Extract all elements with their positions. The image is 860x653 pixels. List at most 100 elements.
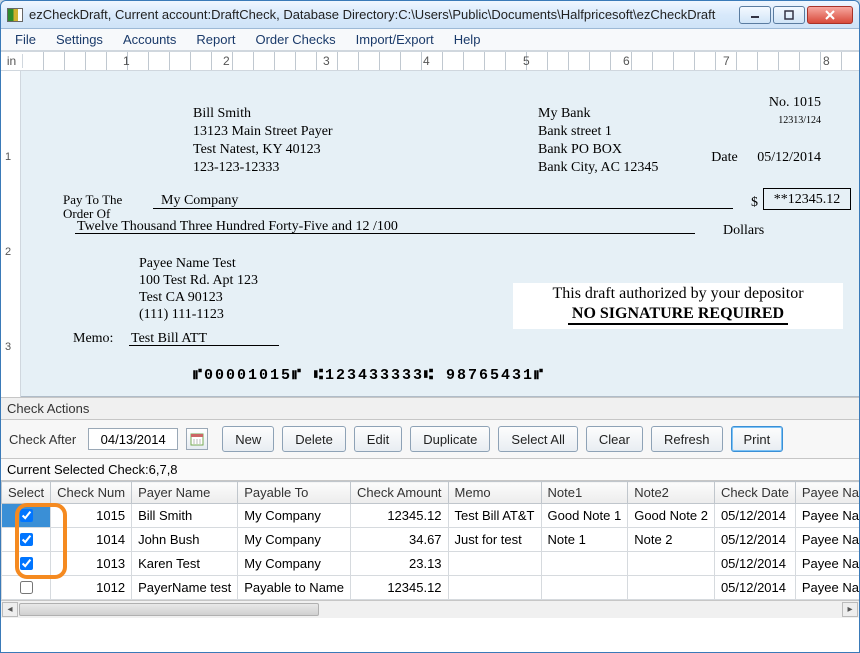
auth-line2: NO SIGNATURE REQUIRED [568, 305, 788, 325]
scroll-thumb[interactable] [19, 603, 319, 616]
menu-accounts[interactable]: Accounts [113, 30, 186, 49]
close-icon [824, 10, 836, 20]
cell-amount: 12345.12 [351, 576, 449, 600]
maximize-icon [784, 10, 794, 20]
col-checkdate[interactable]: Check Date [714, 482, 795, 504]
cell-checknum: 1015 [51, 504, 132, 528]
check-after-label: Check After [9, 432, 76, 447]
table-row[interactable]: 1013Karen TestMy Company23.1305/12/2014P… [2, 552, 860, 576]
cell-amount: 23.13 [351, 552, 449, 576]
routing-small: 12313/124 [769, 115, 821, 126]
col-note1[interactable]: Note1 [541, 482, 628, 504]
close-button[interactable] [807, 6, 853, 24]
payto-value: My Company [161, 193, 238, 209]
menubar: File Settings Accounts Report Order Chec… [1, 29, 859, 51]
clear-button[interactable]: Clear [586, 426, 643, 452]
menu-order-checks[interactable]: Order Checks [245, 30, 345, 49]
bank-block: My Bank Bank street 1 Bank PO BOX Bank C… [538, 105, 658, 177]
cell-date: 05/12/2014 [714, 552, 795, 576]
row-checkbox[interactable] [20, 533, 33, 546]
cell-note1 [541, 552, 628, 576]
scroll-left-arrow[interactable]: ◂ [2, 602, 18, 617]
menu-help[interactable]: Help [444, 30, 491, 49]
cell-note2: Note 2 [628, 528, 715, 552]
memo-label: Memo: [73, 331, 113, 347]
date-picker-button[interactable] [186, 428, 208, 450]
cell-payee: Payee Name [795, 552, 859, 576]
row-checkbox[interactable] [20, 557, 33, 570]
ruler-scale: 1 2 3 4 5 6 7 8 [23, 52, 859, 70]
dollar-sign: $ [751, 195, 758, 211]
col-payername[interactable]: Payer Name [132, 482, 238, 504]
select-cell[interactable] [2, 576, 51, 600]
cell-payable: My Company [238, 552, 351, 576]
menu-report[interactable]: Report [186, 30, 245, 49]
refresh-button[interactable]: Refresh [651, 426, 723, 452]
memo-line [129, 345, 279, 346]
check-actions-row: Check After New Delete Edit Duplicate Se… [1, 420, 859, 459]
menu-file[interactable]: File [5, 30, 46, 49]
cell-payee: Payee Name [795, 576, 859, 600]
ruler-horizontal: in 1 2 3 4 5 6 7 8 [1, 51, 859, 71]
col-amount[interactable]: Check Amount [351, 482, 449, 504]
duplicate-button[interactable]: Duplicate [410, 426, 490, 452]
calendar-icon [190, 432, 204, 446]
window-title: ezCheckDraft, Current account:DraftCheck… [29, 7, 737, 22]
payee-addr1: 100 Test Rd. Apt 123 [139, 272, 258, 289]
select-cell[interactable] [2, 528, 51, 552]
col-payeename[interactable]: Payee Name [795, 482, 859, 504]
cell-payer: John Bush [132, 528, 238, 552]
minimize-icon [750, 10, 760, 20]
row-checkbox[interactable] [20, 509, 33, 522]
maximize-button[interactable] [773, 6, 805, 24]
horizontal-scrollbar[interactable]: ◂ ▸ [1, 600, 859, 618]
cell-checknum: 1012 [51, 576, 132, 600]
table-row[interactable]: 1015Bill SmithMy Company12345.12Test Bil… [2, 504, 860, 528]
bank-addr1: Bank street 1 [538, 123, 658, 141]
col-note2[interactable]: Note2 [628, 482, 715, 504]
table-row[interactable]: 1012PayerName testPayable to Name12345.1… [2, 576, 860, 600]
check-actions-label: Check Actions [1, 397, 859, 420]
bank-name: My Bank [538, 105, 658, 123]
cell-note1 [541, 576, 628, 600]
app-window: ezCheckDraft, Current account:DraftCheck… [0, 0, 860, 653]
payer-addr2: Test Natest, KY 40123 [193, 141, 333, 159]
col-select[interactable]: Select [2, 482, 51, 504]
cell-payable: Payable to Name [238, 576, 351, 600]
payer-block: Bill Smith 13123 Main Street Payer Test … [193, 105, 333, 177]
payer-phone: 123-123-12333 [193, 159, 333, 177]
payee-name: Payee Name Test [139, 255, 258, 272]
cell-payable: My Company [238, 504, 351, 528]
print-button[interactable]: Print [731, 426, 784, 452]
menu-import-export[interactable]: Import/Export [346, 30, 444, 49]
auth-line1: This draft authorized by your depositor [513, 285, 843, 303]
delete-button[interactable]: Delete [282, 426, 346, 452]
col-memo[interactable]: Memo [448, 482, 541, 504]
cell-payee: Payee Name T [795, 504, 859, 528]
table-row[interactable]: 1014John BushMy Company34.67Just for tes… [2, 528, 860, 552]
titlebar: ezCheckDraft, Current account:DraftCheck… [1, 1, 859, 29]
cell-date: 05/12/2014 [714, 504, 795, 528]
cell-checknum: 1013 [51, 552, 132, 576]
col-checknum[interactable]: Check Num [51, 482, 132, 504]
row-checkbox[interactable] [20, 581, 33, 594]
check-after-input[interactable] [88, 428, 178, 450]
edit-button[interactable]: Edit [354, 426, 402, 452]
cell-payer: PayerName test [132, 576, 238, 600]
payto-label: Pay To The Order Of [63, 193, 122, 221]
cell-note2: Good Note 2 [628, 504, 715, 528]
select-all-button[interactable]: Select All [498, 426, 577, 452]
payer-name: Bill Smith [193, 105, 333, 123]
scroll-right-arrow[interactable]: ▸ [842, 602, 858, 617]
col-payableto[interactable]: Payable To [238, 482, 351, 504]
cell-note1: Good Note 1 [541, 504, 628, 528]
new-button[interactable]: New [222, 426, 274, 452]
cell-note1: Note 1 [541, 528, 628, 552]
date-block: Date 05/12/2014 [711, 150, 821, 166]
select-cell[interactable] [2, 504, 51, 528]
ruler-vertical: 1 2 3 [1, 71, 21, 397]
select-cell[interactable] [2, 552, 51, 576]
minimize-button[interactable] [739, 6, 771, 24]
menu-settings[interactable]: Settings [46, 30, 113, 49]
bank-addr2: Bank PO BOX [538, 141, 658, 159]
